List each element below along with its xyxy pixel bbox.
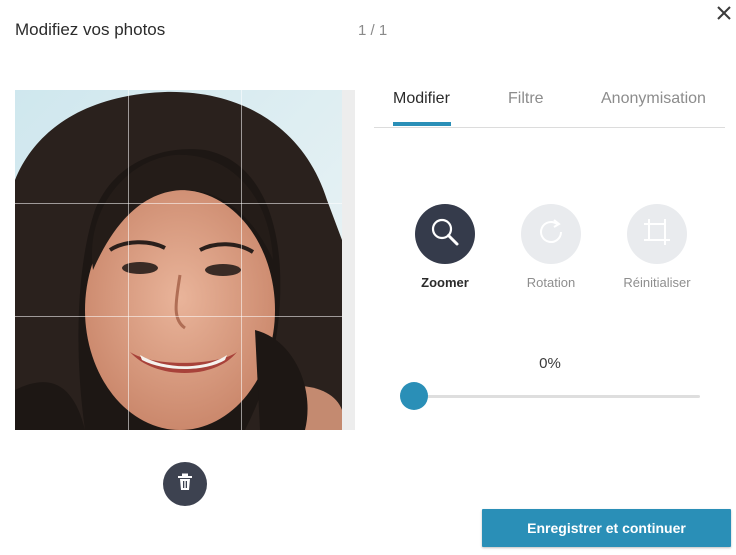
delete-photo-button[interactable]	[163, 462, 207, 506]
photo-preview	[15, 90, 342, 430]
close-icon[interactable]	[714, 3, 734, 23]
rotation-label: Rotation	[526, 275, 576, 290]
zoom-slider-track[interactable]	[414, 395, 700, 398]
edit-tabs: Modifier Filtre Anonymisation	[374, 80, 725, 128]
rotate-icon	[535, 216, 567, 253]
photo-counter: 1 / 1	[358, 22, 388, 39]
tab-filtre[interactable]: Filtre	[508, 90, 544, 108]
rotation-button[interactable]	[521, 204, 581, 264]
reset-button[interactable]	[627, 204, 687, 264]
zoom-slider-thumb[interactable]	[400, 382, 428, 410]
zoom-value: 0%	[539, 355, 561, 372]
active-tab-indicator	[393, 122, 451, 126]
tab-modifier[interactable]: Modifier	[393, 90, 450, 108]
zoom-icon	[429, 216, 461, 253]
trash-icon	[177, 473, 193, 496]
crop-grid-line	[128, 90, 129, 430]
zoom-button[interactable]	[415, 204, 475, 264]
save-and-continue-button[interactable]: Enregistrer et continuer	[482, 509, 731, 547]
zoom-label: Zoomer	[421, 275, 469, 290]
modal-title: Modifiez vos photos	[15, 20, 166, 39]
crop-grid-line	[241, 90, 242, 430]
photo-editor-canvas[interactable]	[15, 90, 355, 430]
tab-anonymisation[interactable]: Anonymisation	[601, 90, 706, 108]
reset-label: Réinitialiser	[623, 275, 691, 290]
crop-reset-icon	[641, 216, 673, 253]
crop-grid-line	[15, 316, 342, 317]
crop-grid-line	[15, 203, 342, 204]
